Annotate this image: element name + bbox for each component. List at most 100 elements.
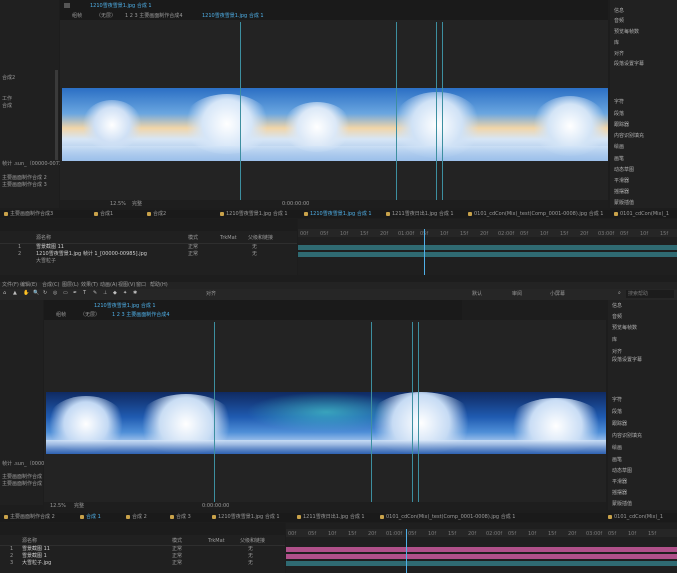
hand-tool-icon[interactable]: ✋ bbox=[23, 290, 29, 296]
right-item-brushes[interactable]: 画笔 bbox=[614, 157, 624, 162]
timeline-tab-1[interactable]: 主要画面制作合成3 bbox=[2, 210, 53, 218]
col-trkmat[interactable]: TrkMat bbox=[220, 236, 237, 241]
right-item-library-bottom[interactable]: 库 bbox=[612, 338, 617, 343]
lock-icon[interactable] bbox=[64, 3, 70, 8]
timeline-tab-4-bottom[interactable]: 合成 3 bbox=[168, 513, 191, 521]
guide-line-1-bottom[interactable] bbox=[214, 322, 215, 502]
col-mode[interactable]: 模式 bbox=[188, 236, 198, 241]
zoom-value-bottom[interactable]: 12.5% bbox=[50, 504, 66, 509]
type-tool-icon[interactable]: T bbox=[83, 290, 86, 296]
timeline-tab-2[interactable]: 合成1 bbox=[92, 210, 113, 218]
timeline-tab-8[interactable]: 0101_cdCon(Mix)_1 bbox=[612, 210, 669, 218]
timeline-tab-7[interactable]: 0101_cdCon(Mix)_test(Comp_0001-0008).jpg… bbox=[466, 210, 603, 218]
right-item-paragraph[interactable]: 段落 bbox=[614, 112, 624, 117]
right-item-library[interactable]: 库 bbox=[614, 41, 619, 46]
right-item-smoother-bottom[interactable]: 平滑器 bbox=[612, 480, 627, 485]
col-mode-bottom[interactable]: 模式 bbox=[172, 539, 182, 544]
puppet-tool-icon[interactable]: ✱ bbox=[133, 290, 137, 296]
col-parent-bottom[interactable]: 父级和链接 bbox=[240, 539, 265, 544]
menu-view[interactable]: 视图(V) bbox=[118, 283, 135, 288]
menu-animation[interactable]: 动画(A) bbox=[100, 283, 117, 288]
camera-tool-icon[interactable]: ◎ bbox=[53, 290, 57, 296]
timeline-tab-2-bottom[interactable]: 合成 1 bbox=[78, 513, 101, 521]
timeline-tracks-bottom[interactable]: 00f 05f 10f 15f 20f 01:00f 05f 10f 15f 2… bbox=[286, 523, 677, 573]
right-item-content-fill[interactable]: 内容识别填充 bbox=[614, 134, 644, 139]
left-list-item-2[interactable]: 主要画面制作合成 3 bbox=[2, 183, 47, 188]
comp-viewer-bottom[interactable] bbox=[44, 320, 606, 502]
menu-layer[interactable]: 图层(L) bbox=[62, 283, 79, 288]
select-tool-icon[interactable]: ▲ bbox=[13, 290, 17, 296]
layer-2-parent-bottom[interactable]: 无 bbox=[248, 554, 253, 559]
quality-value[interactable]: 完整 bbox=[132, 202, 142, 207]
layer-1-mode[interactable]: 正常 bbox=[188, 245, 198, 250]
timeline-tab-1-bottom[interactable]: 主要画面制作合成 2 bbox=[2, 513, 55, 521]
layer-3-name-bottom[interactable]: 大雪粒子.jpg bbox=[22, 561, 51, 566]
right-item-info[interactable]: 信息 bbox=[614, 9, 624, 14]
rectangle-tool-icon[interactable]: ▭ bbox=[63, 290, 68, 296]
right-item-align-bottom[interactable]: 对齐 bbox=[612, 350, 622, 355]
search-help-input[interactable] bbox=[626, 290, 674, 298]
right-item-tracker[interactable]: 跟踪器 bbox=[614, 123, 629, 128]
menu-file[interactable]: 文件(F) bbox=[2, 283, 19, 288]
viewer-title-tab[interactable]: 1210雪夜雪景1.jpg 合成 1 bbox=[90, 4, 152, 9]
right-item-wiggler-bottom[interactable]: 摇摆器 bbox=[612, 491, 627, 496]
layer-1-parent[interactable]: 无 bbox=[252, 245, 257, 250]
right-item-paragraph-bottom[interactable]: 段落 bbox=[612, 410, 622, 415]
roto-tool-icon[interactable]: ✦ bbox=[123, 290, 127, 296]
right-item-subtitle-bottom[interactable]: 段落设置字幕 bbox=[612, 358, 642, 363]
workspace-review[interactable]: 审阅 bbox=[512, 292, 522, 297]
breadcrumb-3[interactable]: 1 2 3 主要画面制作合成4 bbox=[125, 14, 183, 19]
layer-2-name-bottom[interactable]: 雪景截图 1 bbox=[22, 554, 47, 559]
guide-line-3-bottom[interactable] bbox=[412, 322, 413, 502]
left-list-item-1-bottom[interactable]: 主要画面制作合成 2 bbox=[2, 475, 47, 480]
timeline-tab-6[interactable]: 1211雪夜日出1.jpg 合成 1 bbox=[384, 210, 454, 218]
right-item-tracker-bottom[interactable]: 跟踪器 bbox=[612, 422, 627, 427]
track-bar-1[interactable] bbox=[298, 245, 677, 250]
pen-tool-icon[interactable]: ✒ bbox=[73, 290, 77, 296]
menu-effect[interactable]: 效果(T) bbox=[81, 283, 98, 288]
brush-tool-icon[interactable]: ✎ bbox=[93, 290, 97, 296]
right-item-audio[interactable]: 音频 bbox=[614, 19, 624, 24]
right-item-character[interactable]: 字符 bbox=[614, 100, 624, 105]
search-icon[interactable]: ⌕ bbox=[618, 290, 621, 296]
layer-2-mode[interactable]: 正常 bbox=[188, 252, 198, 257]
layer-2-parent[interactable]: 无 bbox=[252, 252, 257, 257]
guide-line-1[interactable] bbox=[240, 22, 241, 200]
right-item-character-bottom[interactable]: 字符 bbox=[612, 398, 622, 403]
track-bar-1-bottom[interactable] bbox=[286, 547, 677, 552]
timeline-tab-4[interactable]: 1210雪夜雪景1.jpg 合成 1 bbox=[218, 210, 288, 218]
workspace-default[interactable]: 默认 bbox=[472, 292, 482, 297]
layer-2-mode-bottom[interactable]: 正常 bbox=[172, 554, 182, 559]
right-item-wiggler[interactable]: 摇摆器 bbox=[614, 190, 629, 195]
playhead[interactable] bbox=[424, 229, 425, 275]
layer-1-name[interactable]: 雪景截图 11 bbox=[36, 245, 64, 250]
zoom-tool-icon[interactable]: 🔍 bbox=[33, 290, 39, 296]
right-item-paint-bottom[interactable]: 绘画 bbox=[612, 446, 622, 451]
guide-line-4-bottom[interactable] bbox=[418, 322, 419, 502]
time-ruler[interactable]: 00f 05f 10f 15f 20f 01:00f 05f 10f 15f 2… bbox=[298, 229, 677, 237]
timeline-tab-7-bottom[interactable]: 0101_cdCon(Mix)_test(Comp_0001-0008).jpg… bbox=[378, 513, 515, 521]
track-bar-2-bottom[interactable] bbox=[286, 554, 677, 559]
timeline-tab-3-bottom[interactable]: 合成 2 bbox=[124, 513, 147, 521]
layer-3-mode-bottom[interactable]: 正常 bbox=[172, 561, 182, 566]
left-scrollbar[interactable] bbox=[55, 70, 58, 160]
menu-composition[interactable]: 合成(C) bbox=[42, 283, 59, 288]
stamp-tool-icon[interactable]: ⊥ bbox=[103, 290, 107, 296]
breadcrumb-2-bottom[interactable]: （无层） bbox=[80, 313, 100, 318]
guide-line-2[interactable] bbox=[396, 22, 397, 200]
layer-1-mode-bottom[interactable]: 正常 bbox=[172, 547, 182, 552]
right-item-motion-sketch[interactable]: 动态草图 bbox=[614, 168, 634, 173]
menu-edit[interactable]: 编辑(E) bbox=[20, 283, 37, 288]
right-item-paint[interactable]: 绘画 bbox=[614, 145, 624, 150]
right-item-motion-sketch-bottom[interactable]: 动态草图 bbox=[612, 469, 632, 474]
guide-line-3[interactable] bbox=[436, 22, 437, 200]
timeline-tab-8-bottom[interactable]: 0101_cdCon(Mix)_1 bbox=[606, 513, 663, 521]
left-list-item-1[interactable]: 主要画面制作合成 2 bbox=[2, 176, 47, 181]
right-item-info-bottom[interactable]: 信息 bbox=[612, 304, 622, 309]
timeline-tracks[interactable]: 00f 05f 10f 15f 20f 01:00f 05f 10f 15f 2… bbox=[298, 219, 677, 275]
layer-3-parent-bottom[interactable]: 无 bbox=[248, 561, 253, 566]
timeline-tab-3[interactable]: 合成2 bbox=[145, 210, 166, 218]
menu-help[interactable]: 帮助(H) bbox=[150, 283, 168, 288]
playhead-bottom[interactable] bbox=[406, 529, 407, 573]
right-item-preview[interactable]: 预览每帧数 bbox=[614, 30, 639, 35]
